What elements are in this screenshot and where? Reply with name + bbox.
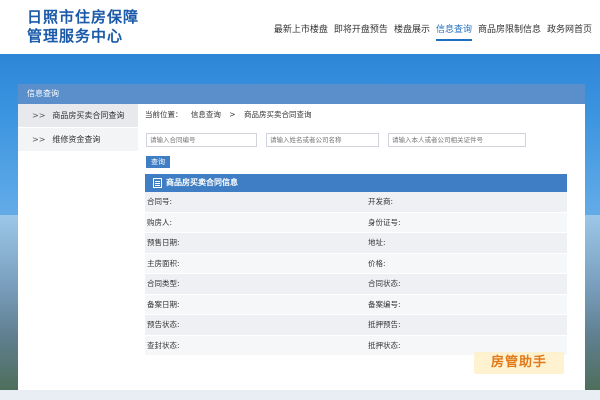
nav-gov-home[interactable]: 政务网首页 (547, 22, 592, 41)
breadcrumb-separator: > (229, 110, 236, 119)
table-row: 合同号: 开发商: (145, 192, 567, 213)
bottom-bar (0, 390, 600, 400)
top-nav: 最新上市楼盘 即将开盘预告 楼盘展示 信息查询 商品房限制信息 政务网首页 (274, 22, 592, 41)
breadcrumb: 当前位置： 信息查询 > 商品房买卖合同查询 (145, 104, 577, 124)
document-icon (153, 178, 162, 188)
name-input[interactable] (266, 133, 379, 147)
city-image-right (585, 215, 600, 390)
sidebar-item-maintenance-fund[interactable]: >> 维修资金查询 (18, 128, 138, 152)
watermark-text: 房管助手 (490, 355, 547, 370)
table-body: 合同号: 开发商: 购房人: 身份证号: 预售日期: 地址: 主房面积: 价格:… (145, 192, 567, 356)
nav-housing-restrictions[interactable]: 商品房限制信息 (478, 22, 541, 41)
table-row: 购房人: 身份证号: (145, 212, 567, 233)
field-label: 查封状态: (147, 340, 180, 350)
table-row: 主房面积: 价格: (145, 253, 567, 274)
sidebar-item-label: 商品房买卖合同查询 (52, 111, 125, 120)
breadcrumb-info-query[interactable]: 信息查询 (191, 110, 221, 119)
sidebar-item-contract-query[interactable]: >> 商品房买卖合同查询 (18, 104, 138, 128)
breadcrumb-prefix: 当前位置： (145, 110, 183, 119)
table-title-bar: 商品房买卖合同信息 (145, 174, 567, 192)
nav-upcoming-openings[interactable]: 即将开盘预告 (334, 22, 388, 41)
field-label: 抵押预告: (368, 320, 401, 330)
info-query-panel: 信息查询 >> 商品房买卖合同查询 >> 维修资金查询 当前位置： 信息查询 >… (18, 84, 585, 390)
table-row: 预售日期: 地址: (145, 233, 567, 254)
nav-info-query[interactable]: 信息查询 (435, 22, 472, 41)
site-logo[interactable]: 日照市住房保障 管理服务中心 (27, 8, 139, 46)
field-label: 备案日期: (147, 299, 180, 309)
field-label: 地址: (368, 238, 386, 248)
table-row: 预告状态: 抵押预告: (145, 315, 567, 336)
double-chevron-right-icon: >> (32, 111, 46, 120)
field-label: 备案编号: (368, 299, 401, 309)
site-header: 日照市住房保障 管理服务中心 最新上市楼盘 即将开盘预告 楼盘展示 信息查询 商… (0, 0, 600, 54)
field-label: 价格: (368, 258, 386, 268)
nav-latest-listings[interactable]: 最新上市楼盘 (274, 22, 328, 41)
contract-info-table: 商品房买卖合同信息 合同号: 开发商: 购房人: 身份证号: 预售日期: 地址:… (145, 174, 567, 356)
nav-project-showcase[interactable]: 楼盘展示 (394, 22, 430, 41)
table-row: 备案日期: 备案编号: (145, 294, 567, 315)
breadcrumb-current: 商品房买卖合同查询 (243, 110, 312, 119)
field-label: 开发商: (368, 197, 394, 207)
double-chevron-right-icon: >> (32, 135, 46, 144)
id-number-input[interactable] (388, 133, 526, 147)
table-title: 商品房买卖合同信息 (166, 178, 238, 187)
contract-number-input[interactable] (146, 133, 257, 147)
field-label: 预告状态: (147, 320, 180, 330)
query-button[interactable]: 查询 (146, 156, 170, 168)
sidebar: >> 商品房买卖合同查询 >> 维修资金查询 (18, 104, 138, 390)
field-label: 抵押状态: (368, 340, 401, 350)
main-content: 当前位置： 信息查询 > 商品房买卖合同查询 查询 商品房买卖合同信息 合同号:… (145, 104, 577, 390)
field-label: 身份证号: (368, 217, 401, 227)
logo-line-1: 日照市住房保障 (27, 8, 140, 26)
field-label: 主房面积: (147, 258, 180, 268)
city-image-left (0, 215, 18, 390)
field-label: 购房人: (147, 217, 173, 227)
field-label: 合同类型: (147, 279, 180, 289)
panel-title: 信息查询 (18, 84, 585, 104)
field-label: 合同号: (147, 197, 173, 207)
table-row: 合同类型: 合同状态: (145, 274, 567, 295)
field-label: 合同状态: (368, 279, 401, 289)
field-label: 预售日期: (147, 238, 180, 248)
watermark-logo: 房管助手 (474, 352, 564, 374)
logo-line-2: 管理服务中心 (27, 27, 124, 45)
sidebar-item-label: 维修资金查询 (52, 135, 101, 144)
